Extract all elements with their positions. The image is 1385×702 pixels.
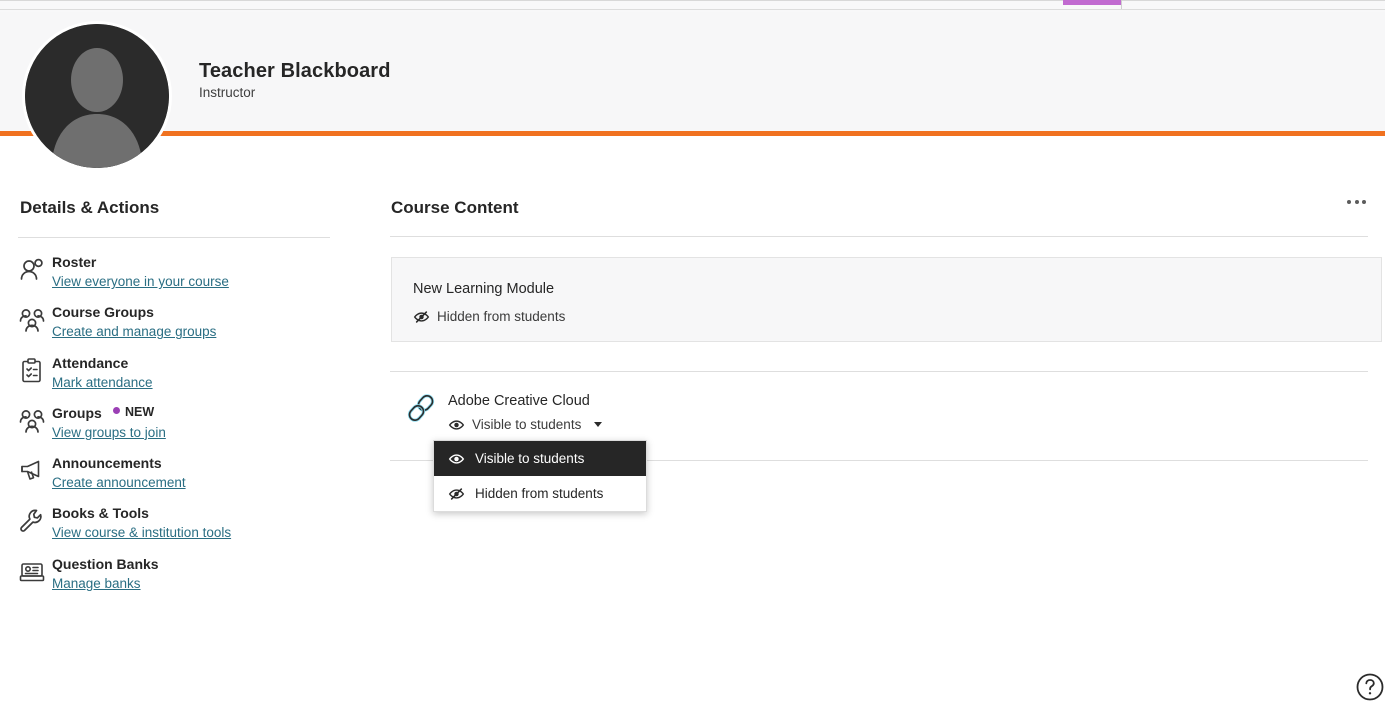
profile-name: Teacher Blackboard [199, 60, 391, 82]
profile-role: Instructor [199, 85, 256, 100]
eye-visible-icon [448, 418, 465, 432]
sidebar-link-view-tools[interactable]: View course & institution tools [52, 525, 231, 540]
chrome-bottom-border [0, 9, 1385, 10]
groups-people-icon [18, 407, 46, 435]
active-tab-accent[interactable] [1063, 0, 1121, 5]
dropdown-option-visible[interactable]: Visible to students [434, 441, 646, 476]
sidebar-item-course-groups[interactable]: Course Groups Create and manage groups [0, 304, 360, 354]
visibility-status-label: Visible to students [472, 417, 582, 432]
module-visibility-status: Hidden from students [413, 309, 565, 324]
sidebar-link-create-groups[interactable]: Create and manage groups [52, 324, 216, 339]
course-content-panel: Course Content New Learning Module Hidde… [360, 136, 1385, 695]
dropdown-option-label: Hidden from students [475, 486, 604, 501]
sidebar-item-announcements[interactable]: Announcements Create announcement [0, 455, 360, 505]
help-question-icon [1355, 672, 1385, 702]
sidebar-title: Details & Actions [20, 198, 160, 217]
sidebar-item-title: Attendance [52, 354, 129, 371]
sidebar-item-books-and-tools[interactable]: Books & Tools View course & institution … [0, 505, 360, 555]
page-title: Course Content [391, 198, 519, 217]
sidebar-link-view-groups[interactable]: View groups to join [52, 425, 166, 440]
visibility-dropdown-menu[interactable]: Visible to students Hidden from students [433, 440, 647, 512]
question-banks-card-icon [18, 558, 46, 586]
sidebar-item-question-banks[interactable]: Question Banks Manage banks [0, 556, 360, 606]
sidebar-item-list: Roster View everyone in your course Cour… [0, 254, 360, 606]
help-button[interactable] [1355, 672, 1385, 702]
course-groups-people-icon [18, 306, 46, 334]
caret-down-icon [594, 422, 603, 427]
dropdown-option-label: Visible to students [475, 451, 585, 466]
sidebar-item-roster[interactable]: Roster View everyone in your course [0, 254, 360, 304]
content-item-title: Adobe Creative Cloud [448, 393, 590, 409]
sidebar-link-view-roster[interactable]: View everyone in your course [52, 274, 229, 289]
sidebar-item-attendance[interactable]: Attendance Mark attendance [0, 355, 360, 405]
dropdown-option-hidden[interactable]: Hidden from students [434, 476, 646, 511]
course-content-overflow-menu[interactable] [1347, 200, 1371, 216]
roster-person-icon [18, 256, 46, 284]
visibility-dropdown-trigger[interactable]: Visible to students [448, 417, 603, 432]
status-badge: NEW [113, 405, 154, 419]
sidebar-item-title: Course Groups [52, 304, 154, 321]
announcements-megaphone-icon [18, 457, 46, 485]
more-options-icon [1347, 200, 1371, 204]
avatar[interactable] [25, 24, 169, 168]
content-row-divider-top [390, 371, 1368, 372]
sidebar-item-title: Books & Tools [52, 505, 149, 522]
eye-hidden-icon [413, 310, 430, 324]
chrome-top-border [0, 0, 1385, 1]
module-status-label: Hidden from students [437, 309, 566, 324]
browser-chrome-strip [0, 0, 1385, 12]
eye-hidden-icon [448, 487, 465, 501]
chain-link-icon [403, 390, 439, 426]
sidebar-link-mark-attendance[interactable]: Mark attendance [52, 375, 153, 390]
sidebar-link-manage-banks[interactable]: Manage banks [52, 576, 141, 591]
sidebar-item-title: Question Banks [52, 555, 159, 572]
sidebar-item-title: Roster [52, 254, 97, 270]
sidebar-item-groups[interactable]: Groups NEW View groups to join [0, 405, 360, 455]
sidebar-link-create-announcement[interactable]: Create announcement [52, 475, 186, 490]
learning-module-card[interactable]: New Learning Module Hidden from students [391, 257, 1382, 342]
course-content-divider [390, 236, 1368, 237]
attendance-clipboard-icon [18, 357, 46, 385]
new-badge-label: NEW [125, 404, 155, 419]
sidebar-divider [18, 237, 330, 238]
new-badge-dot [113, 406, 120, 414]
module-title: New Learning Module [413, 281, 555, 297]
sidebar-item-title: Groups [52, 404, 102, 421]
details-and-actions-sidebar: Details & Actions Roster View everyone i… [0, 136, 360, 695]
eye-visible-icon [448, 452, 465, 466]
books-tools-wrench-icon [18, 507, 46, 535]
sidebar-item-title: Announcements [52, 455, 162, 472]
